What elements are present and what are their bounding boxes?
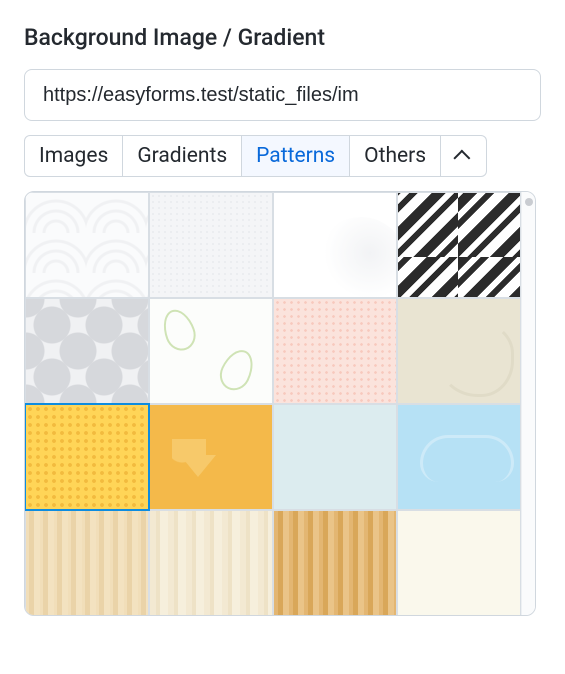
pattern-swatch-pink-dotted[interactable] bbox=[273, 298, 397, 404]
pattern-swatch-pale-wood[interactable] bbox=[149, 510, 273, 616]
pattern-swatch-green-leaves[interactable] bbox=[149, 298, 273, 404]
pattern-swatch-light-wood[interactable] bbox=[25, 510, 149, 616]
pattern-grid bbox=[25, 192, 521, 615]
tab-others[interactable]: Others bbox=[350, 135, 441, 177]
pattern-swatch-beige-stroller[interactable] bbox=[397, 298, 521, 404]
tab-gradients[interactable]: Gradients bbox=[123, 135, 242, 177]
section-title: Background Image / Gradient bbox=[24, 24, 541, 51]
pattern-swatch-pale-blue-flat[interactable] bbox=[273, 404, 397, 510]
background-url-input[interactable] bbox=[24, 69, 541, 121]
pattern-swatch-diagonal-stripes-bw[interactable] bbox=[397, 192, 521, 298]
chevron-up-icon bbox=[453, 150, 470, 167]
tab-patterns[interactable]: Patterns bbox=[242, 135, 350, 177]
pattern-swatch-sky-cloud[interactable] bbox=[397, 404, 521, 510]
category-tabs: Images Gradients Patterns Others bbox=[24, 135, 541, 177]
pattern-swatch-yellow-dot-grid[interactable] bbox=[25, 404, 149, 510]
collapse-toggle[interactable] bbox=[441, 135, 487, 177]
pattern-swatch-warm-wood[interactable] bbox=[273, 510, 397, 616]
pattern-scrollbar[interactable] bbox=[521, 192, 535, 615]
pattern-swatch-amber-heart[interactable] bbox=[149, 404, 273, 510]
tab-images[interactable]: Images bbox=[24, 135, 123, 177]
pattern-picker-panel bbox=[24, 191, 536, 616]
pattern-swatch-light-dot-grid[interactable] bbox=[149, 192, 273, 298]
pattern-swatch-concentric-arcs[interactable] bbox=[25, 192, 149, 298]
pattern-swatch-ivory-flat[interactable] bbox=[397, 510, 521, 616]
pattern-swatch-gray-quatrefoil[interactable] bbox=[25, 298, 149, 404]
pattern-swatch-soft-curve-white[interactable] bbox=[273, 192, 397, 298]
scrollbar-thumb-icon bbox=[525, 198, 533, 206]
